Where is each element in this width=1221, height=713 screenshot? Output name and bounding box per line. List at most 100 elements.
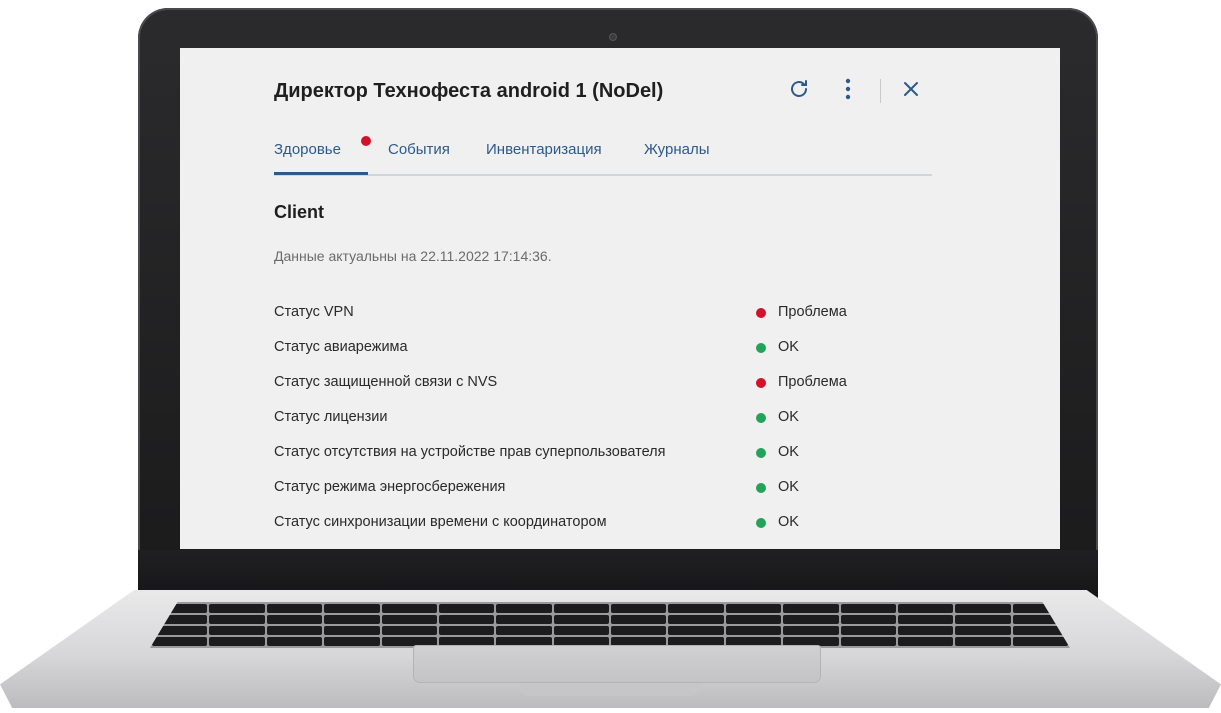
status-row: Статус VPN Проблема [274,298,932,333]
keyboard-key [668,604,724,613]
last-updated-text: Данные актуальны на 22.11.2022 17:14:36. [274,248,552,264]
tab-inventory[interactable]: Инвентаризация [486,140,602,160]
tab-health[interactable]: Здоровье [274,140,341,170]
keyboard-key [266,637,323,646]
keyboard-key [266,604,323,613]
keyboard-key [496,637,552,646]
keyboard-key [897,604,954,613]
keyboard-key [783,626,839,635]
keyboard-key [955,626,1011,635]
status-value: Проблема [778,304,847,320]
laptop-keyboard [150,602,1070,648]
tab-events[interactable]: События [388,140,450,160]
keyboard-key [324,604,380,613]
status-dot-problem-icon [756,378,766,388]
status-row: Статус лицензии OK [274,403,932,438]
status-name: Статус режима энергосбережения [274,479,506,495]
status-name: Статус авиарежима [274,339,408,355]
tab-label: Здоровье [274,141,341,158]
keyboard-key [668,615,724,624]
status-row: Статус синхронизации времени с координат… [274,508,932,543]
status-name: Статус отсутствия на устройстве прав суп… [274,444,666,460]
keyboard-key [611,637,667,646]
laptop-screen: Директор Технофеста android 1 (NoDel) Зд… [180,48,1060,549]
keyboard-key [438,604,495,613]
refresh-button[interactable] [784,76,814,106]
keyboard-key [438,626,495,635]
header-divider [880,79,881,103]
keyboard-key [209,626,265,635]
keyboard-key [324,626,380,635]
keyboard-key [725,604,782,613]
keyboard-key [209,615,265,624]
keyboard-key [611,604,667,613]
keyboard-key [840,626,896,635]
keyboard-key [553,604,609,613]
keyboard-key [897,626,954,635]
keyboard-key [381,626,437,635]
status-row: Статус авиарежима OK [274,333,932,368]
more-options-button[interactable] [833,76,863,106]
keyboard-key [611,626,667,635]
tab-label: Инвентаризация [486,141,602,158]
status-dot-ok-icon [756,343,766,353]
tab-logs[interactable]: Журналы [644,140,710,160]
keyboard-key [496,615,552,624]
keyboard-key [266,615,323,624]
keyboard-key [324,615,380,624]
status-row: Статус защищенной связи с NVS Проблема [274,368,932,403]
keyboard-key [152,637,208,646]
close-button[interactable] [896,76,926,106]
keyboard-key [209,604,265,613]
keyboard-key [1012,637,1068,646]
status-value: OK [778,339,799,355]
keyboard-key [840,615,896,624]
section-title: Client [274,202,325,222]
camera [610,34,616,40]
keyboard-key [266,626,323,635]
keyboard-key [783,604,839,613]
tab-health-alert-badge [361,136,371,146]
refresh-icon [787,77,811,106]
keyboard-key [955,615,1011,624]
keyboard-key [381,604,437,613]
status-row: Статус отсутствия на устройстве прав суп… [274,438,932,473]
keyboard-key [955,637,1011,646]
keyboard-key [897,637,954,646]
keyboard-key [381,637,437,646]
keyboard-key [209,637,265,646]
keyboard-key [668,637,724,646]
keyboard-key [840,637,896,646]
keyboard-key [725,637,782,646]
status-name: Статус синхронизации времени с координат… [274,514,607,530]
status-dot-problem-icon [756,308,766,318]
status-dot-ok-icon [756,448,766,458]
keyboard-key [553,637,609,646]
status-value: OK [778,444,799,460]
keyboard-key [668,626,724,635]
keyboard-key [438,615,495,624]
status-value: OK [778,479,799,495]
status-name: Статус VPN [274,304,354,320]
keyboard-key [438,637,495,646]
more-vertical-icon [845,78,851,105]
panel-header: Директор Технофеста android 1 (NoDel) [274,76,932,106]
keyboard-key [725,626,782,635]
keyboard-key [496,626,552,635]
active-tab-indicator [274,172,368,175]
page-title: Директор Технофеста android 1 (NoDel) [274,80,664,102]
status-value: OK [778,514,799,530]
keyboard-key [553,615,609,624]
status-row: Статус режима энергосбережения OK [274,473,932,508]
tab-label: События [388,141,450,158]
tab-label: Журналы [644,141,710,158]
keyboard-key [496,604,552,613]
close-icon [902,80,920,103]
keyboard-key [840,604,896,613]
status-value: Проблема [778,374,847,390]
status-name: Статус лицензии [274,409,388,425]
status-dot-ok-icon [756,413,766,423]
status-list: Статус VPN Проблема Статус авиарежима OK… [274,298,932,543]
keyboard-key [955,604,1011,613]
tab-bar: Здоровье События Инвентаризация Журналы [274,132,932,176]
